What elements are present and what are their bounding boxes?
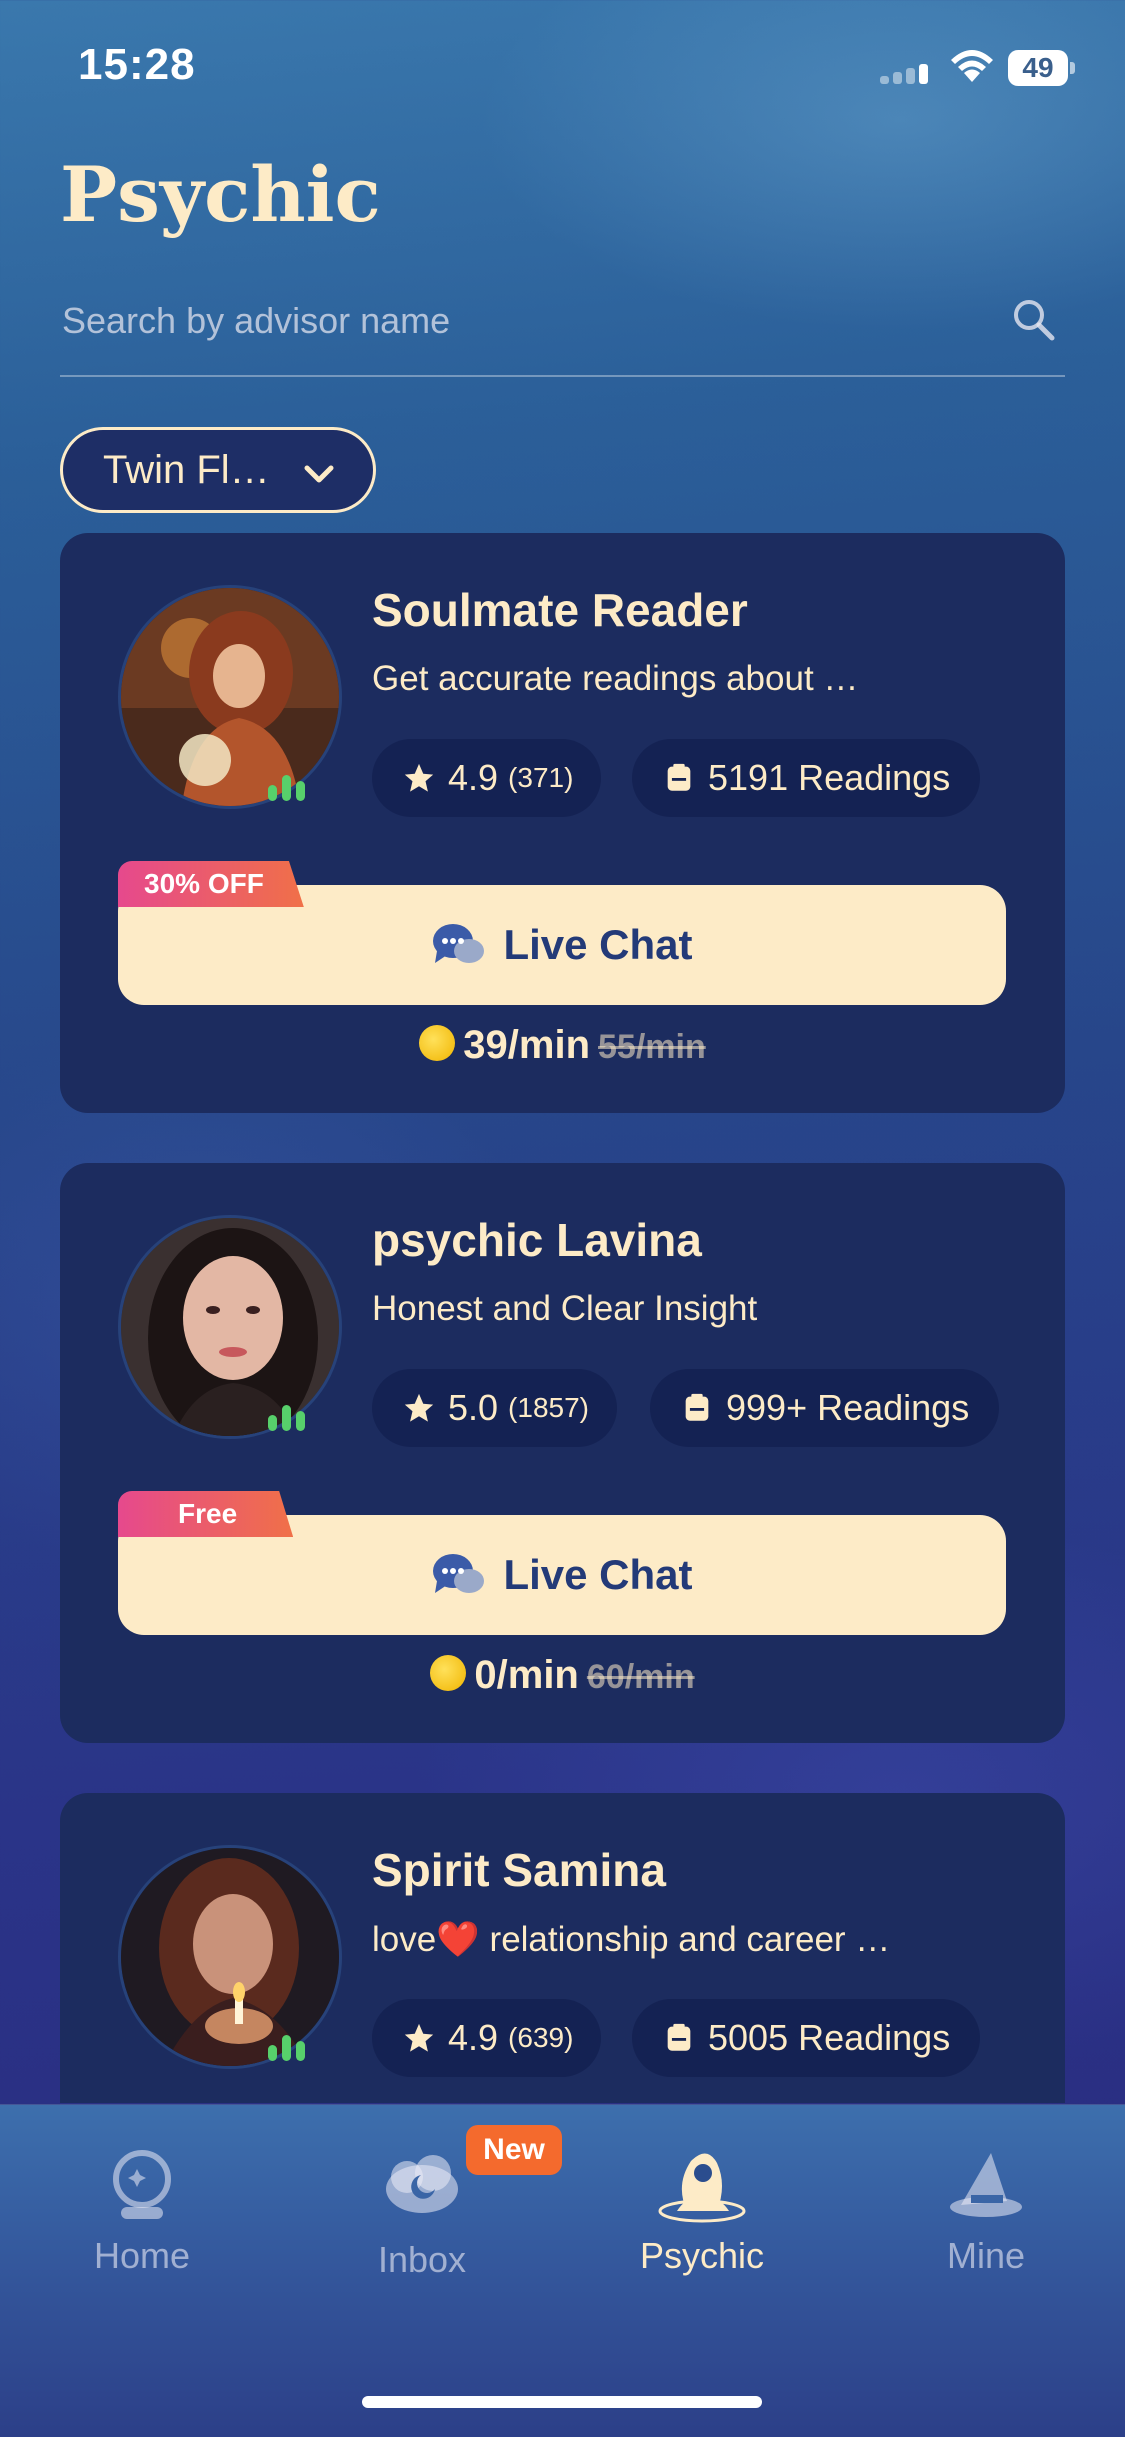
page-title: Psychic xyxy=(60,150,381,239)
chat-bubble-icon xyxy=(433,1554,485,1593)
live-chat-label: Live Chat xyxy=(503,1551,693,1598)
price-row: 0/min 60/min xyxy=(60,1653,1065,1698)
readings-icon xyxy=(667,763,691,791)
category-filter-dropdown[interactable]: Twin Fl… xyxy=(60,427,376,513)
status-time: 15:28 xyxy=(78,40,196,89)
cloud-moon-icon xyxy=(386,2155,458,2213)
rating-value: 4.9 xyxy=(448,757,499,798)
tab-home-label: Home xyxy=(93,2235,191,2276)
advisor-name[interactable]: Soulmate Reader xyxy=(372,583,748,637)
wizard-hat-icon xyxy=(950,2153,1022,2217)
online-status-icon xyxy=(268,1401,312,1431)
tab-inbox-label: Inbox xyxy=(377,2239,467,2280)
rating-pill: 4.9 (639) xyxy=(372,1999,602,2077)
chat-bubble-icon xyxy=(433,924,485,963)
readings-pill: 999+ Readings xyxy=(650,1369,1000,1447)
status-bar: 15:28 49 xyxy=(0,0,1125,140)
rating-count: (639) xyxy=(508,2022,574,2053)
home-indicator[interactable] xyxy=(362,2396,762,2408)
advisor-tagline: Get accurate readings about … xyxy=(372,659,859,698)
coin-icon xyxy=(430,1655,467,1692)
battery-level: 49 xyxy=(1008,50,1068,86)
new-badge: New xyxy=(466,2125,562,2175)
original-price: 55/min xyxy=(598,1028,706,1066)
coin-icon xyxy=(419,1025,456,1062)
readings-count: 5191 Readings xyxy=(708,757,951,798)
advisor-tagline: love❤️ relationship and career … xyxy=(372,1919,890,1960)
rating-value: 5.0 xyxy=(448,1387,499,1428)
star-icon xyxy=(404,1393,434,1422)
rating-pill: 5.0 (1857) xyxy=(372,1369,617,1447)
star-icon xyxy=(404,2023,434,2052)
price: 39/min xyxy=(463,1023,590,1067)
advisor-card[interactable]: Spirit Samina love❤️ relationship and ca… xyxy=(60,1793,1065,2103)
tab-home[interactable]: Home xyxy=(42,2145,242,2295)
price: 0/min xyxy=(474,1653,579,1697)
search-icon[interactable] xyxy=(1009,295,1057,343)
live-chat-label: Live Chat xyxy=(503,921,693,968)
tab-psychic[interactable]: Psychic xyxy=(602,2145,802,2295)
rating-value: 4.9 xyxy=(448,2017,499,2058)
readings-icon xyxy=(685,1393,709,1421)
wifi-icon xyxy=(951,50,993,82)
advisor-name[interactable]: psychic Lavina xyxy=(372,1213,702,1267)
psychic-woman-icon xyxy=(658,2153,746,2223)
tagline-text-end: relationship and career … xyxy=(479,1920,891,1959)
filter-label: Twin Fl… xyxy=(103,447,270,492)
heart-emoji: ❤️ xyxy=(436,1920,480,1959)
original-price: 60/min xyxy=(586,1658,695,1696)
tab-mine-label: Mine xyxy=(946,2235,1026,2276)
readings-icon xyxy=(667,2023,691,2051)
advisor-name[interactable]: Spirit Samina xyxy=(372,1843,666,1897)
rating-count: (371) xyxy=(508,762,574,793)
discount-badge: 30% OFF xyxy=(118,861,304,907)
advisor-list[interactable]: Soulmate Reader Get accurate readings ab… xyxy=(60,533,1065,2103)
tab-mine[interactable]: Mine xyxy=(886,2145,1086,2295)
rating-pill: 4.9 (371) xyxy=(372,739,602,817)
readings-count: 5005 Readings xyxy=(708,2017,951,2058)
readings-count: 999+ Readings xyxy=(726,1387,970,1428)
chevron-down-icon xyxy=(304,465,334,483)
tab-psychic-label: Psychic xyxy=(639,2235,765,2276)
battery-icon: 49 xyxy=(1008,50,1076,86)
tagline-text-start: love xyxy=(372,1920,437,1959)
price-row: 39/min 55/min xyxy=(60,1023,1065,1068)
advisor-card[interactable]: Soulmate Reader Get accurate readings ab… xyxy=(60,533,1065,1113)
search-bar xyxy=(60,285,1065,377)
search-input[interactable] xyxy=(60,285,964,357)
online-status-icon xyxy=(268,771,312,801)
readings-pill: 5005 Readings xyxy=(632,1999,981,2077)
star-icon xyxy=(404,763,434,792)
advisor-card[interactable]: psychic Lavina Honest and Clear Insight … xyxy=(60,1163,1065,1743)
rating-count: (1857) xyxy=(508,1392,589,1423)
advisor-tagline: Honest and Clear Insight xyxy=(372,1289,758,1328)
crystal-ball-icon xyxy=(113,2150,171,2219)
online-status-icon xyxy=(268,2031,312,2061)
readings-pill: 5191 Readings xyxy=(632,739,981,817)
cellular-signal-icon xyxy=(880,58,932,84)
discount-badge: Free xyxy=(118,1491,294,1537)
bottom-tab-bar: Home Inbox Psychic Mine xyxy=(0,2104,1125,2437)
